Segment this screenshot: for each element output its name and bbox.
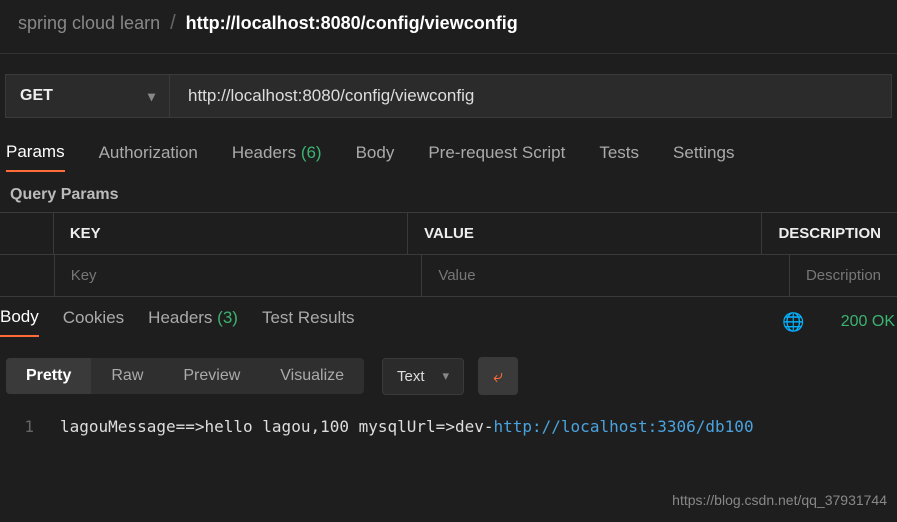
table-row: Key Value Description bbox=[0, 255, 897, 297]
tab-authorization[interactable]: Authorization bbox=[99, 143, 198, 171]
resp-tab-testresults[interactable]: Test Results bbox=[262, 308, 355, 336]
wrap-lines-button[interactable]: ⤶ bbox=[478, 357, 518, 395]
response-text: lagouMessage==>hello lagou,100 mysqlUrl=… bbox=[60, 417, 754, 436]
tab-params[interactable]: Params bbox=[6, 142, 65, 172]
request-url-text: http://localhost:8080/config/viewconfig bbox=[188, 86, 474, 106]
description-input[interactable]: Description bbox=[790, 255, 897, 296]
breadcrumb-title: http://localhost:8080/config/viewconfig bbox=[186, 13, 518, 34]
table-header-value: VALUE bbox=[408, 213, 762, 254]
resp-tab-body[interactable]: Body bbox=[0, 307, 39, 337]
content-type-select[interactable]: Text ▾ bbox=[382, 358, 464, 395]
tab-tests[interactable]: Tests bbox=[599, 143, 639, 171]
http-method-select[interactable]: GET ▾ bbox=[5, 74, 170, 118]
response-link[interactable]: http://localhost:3306/db100 bbox=[493, 417, 753, 436]
tab-settings[interactable]: Settings bbox=[673, 143, 734, 171]
globe-icon[interactable]: 🌐 bbox=[782, 312, 804, 333]
table-header-row: KEY VALUE DESCRIPTION bbox=[0, 213, 897, 255]
resp-tab-headers[interactable]: Headers (3) bbox=[148, 308, 238, 336]
tab-headers[interactable]: Headers (6) bbox=[232, 143, 322, 171]
tab-prerequest[interactable]: Pre-request Script bbox=[428, 143, 565, 171]
key-input[interactable]: Key bbox=[55, 255, 423, 296]
query-params-title: Query Params bbox=[0, 178, 897, 212]
divider bbox=[0, 53, 897, 54]
table-header-key: KEY bbox=[54, 213, 408, 254]
breadcrumb: spring cloud learn / http://localhost:80… bbox=[0, 0, 897, 53]
resp-tab-headers-label: Headers bbox=[148, 308, 212, 327]
view-preview[interactable]: Preview bbox=[163, 358, 260, 394]
view-pretty[interactable]: Pretty bbox=[6, 358, 91, 394]
request-tabs: Params Authorization Headers (6) Body Pr… bbox=[0, 118, 897, 178]
query-params-table: KEY VALUE DESCRIPTION Key Value Descript… bbox=[0, 212, 897, 297]
chevron-down-icon: ▾ bbox=[443, 368, 450, 384]
response-tabs: Body Cookies Headers (3) Test Results 🌐 … bbox=[0, 297, 897, 343]
resp-tab-cookies[interactable]: Cookies bbox=[63, 308, 124, 336]
line-number: 1 bbox=[14, 417, 34, 436]
tab-body[interactable]: Body bbox=[356, 143, 395, 171]
request-url-row: GET ▾ http://localhost:8080/config/viewc… bbox=[5, 74, 892, 118]
response-body[interactable]: 1 lagouMessage==>hello lagou,100 mysqlUr… bbox=[0, 409, 897, 444]
table-header-checkbox bbox=[0, 213, 54, 254]
view-visualize[interactable]: Visualize bbox=[260, 358, 364, 394]
http-method-value: GET bbox=[20, 87, 53, 105]
chevron-down-icon: ▾ bbox=[148, 88, 155, 105]
tab-headers-label: Headers bbox=[232, 143, 296, 162]
resp-tab-headers-count: (3) bbox=[217, 308, 238, 327]
value-input[interactable]: Value bbox=[422, 255, 790, 296]
view-mode-group: Pretty Raw Preview Visualize bbox=[6, 358, 364, 394]
wrap-lines-icon: ⤶ bbox=[493, 366, 503, 387]
response-status[interactable]: 200 OK bbox=[841, 313, 895, 331]
view-raw[interactable]: Raw bbox=[91, 358, 163, 394]
request-url-input[interactable]: http://localhost:8080/config/viewconfig bbox=[170, 74, 892, 118]
table-header-description: DESCRIPTION bbox=[762, 213, 897, 254]
table-row-checkbox[interactable] bbox=[0, 255, 55, 296]
breadcrumb-project[interactable]: spring cloud learn bbox=[18, 13, 160, 34]
watermark: https://blog.csdn.net/qq_37931744 bbox=[672, 492, 887, 508]
tab-headers-count: (6) bbox=[301, 143, 322, 162]
content-type-value: Text bbox=[397, 368, 425, 385]
breadcrumb-separator: / bbox=[170, 12, 176, 35]
response-view-row: Pretty Raw Preview Visualize Text ▾ ⤶ bbox=[0, 343, 897, 409]
